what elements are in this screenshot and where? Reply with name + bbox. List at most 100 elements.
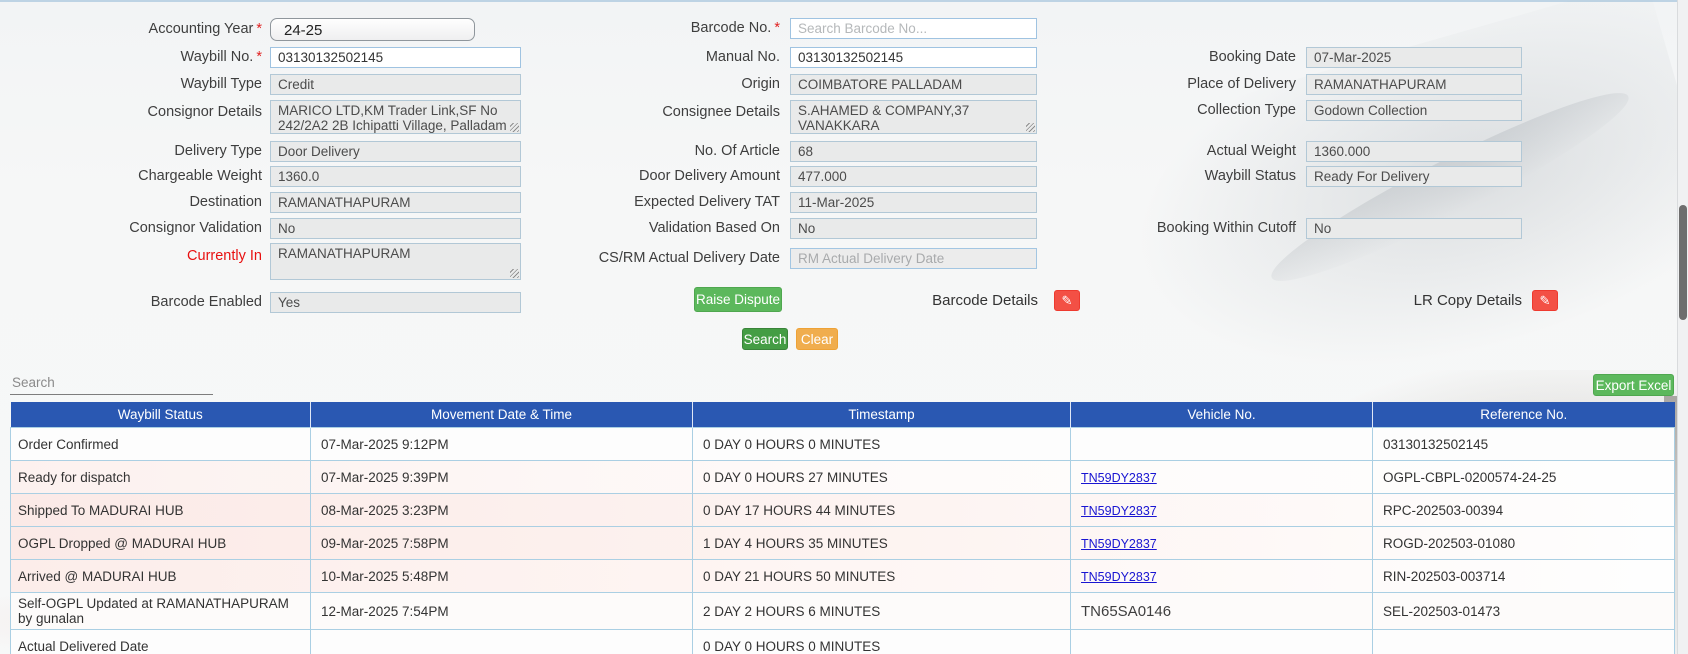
- column-header[interactable]: Movement Date & Time: [311, 402, 693, 428]
- table-row: Self-OGPL Updated at RAMANATHAPURAM by g…: [11, 593, 1675, 630]
- consignee-details-label: Consignee Details: [500, 102, 780, 123]
- delivery-type-label: Delivery Type: [0, 141, 262, 162]
- status-cell: Order Confirmed: [11, 428, 311, 461]
- booking-within-cutoff-field: [1306, 218, 1522, 239]
- status-cell: Self-OGPL Updated at RAMANATHAPURAM by g…: [11, 593, 311, 630]
- top-divider: [0, 0, 1688, 2]
- clear-button[interactable]: Clear: [796, 328, 838, 350]
- raise-dispute-button[interactable]: Raise Dispute: [694, 287, 782, 312]
- consignor-validation-field: [270, 218, 521, 239]
- accounting-year-label: Accounting Year*: [0, 19, 262, 40]
- table-search-input[interactable]: [10, 371, 213, 395]
- edit-icon: ✎: [1540, 293, 1551, 308]
- no-of-article-label: No. Of Article: [500, 141, 780, 162]
- vehicle-cell: TN59DY2837: [1071, 494, 1373, 527]
- waybill-tracking-page: Accounting Year* 24-25 Waybill No.* Wayb…: [0, 0, 1688, 654]
- vehicle-cell: TN59DY2837: [1071, 461, 1373, 494]
- reference-cell: SEL-202503-01473: [1373, 593, 1675, 630]
- barcode-no-input[interactable]: [790, 18, 1037, 39]
- timestamp-cell: 0 DAY 0 HOURS 0 MINUTES: [693, 428, 1071, 461]
- status-cell: Actual Delivered Date: [11, 630, 311, 654]
- vertical-scrollbar-thumb[interactable]: [1679, 205, 1687, 320]
- door-delivery-amount-field: [790, 166, 1037, 187]
- reference-cell: ROGD-202503-01080: [1373, 527, 1675, 560]
- actual-weight-field: [1306, 141, 1522, 162]
- lr-copy-details-edit-button[interactable]: ✎: [1532, 290, 1558, 311]
- consignor-details-textarea: MARICO LTD,KM Trader Link,SF No 242/2A2 …: [270, 100, 521, 134]
- manual-no-input[interactable]: [790, 47, 1037, 68]
- consignee-details-textarea: S.AHAMED & COMPANY,37 VANAKKARA STREET,R…: [790, 100, 1037, 134]
- consignor-details-label: Consignor Details: [0, 102, 262, 123]
- booking-date-label: Booking Date: [1060, 47, 1296, 68]
- movement-cell: 07-Mar-2025 9:39PM: [311, 461, 693, 494]
- waybill-type-field: [270, 74, 521, 95]
- destination-field: [270, 192, 521, 213]
- destination-label: Destination: [0, 192, 262, 213]
- column-header[interactable]: Waybill Status: [11, 402, 311, 428]
- door-delivery-amount-label: Door Delivery Amount: [500, 166, 780, 187]
- status-cell: OGPL Dropped @ MADURAI HUB: [11, 527, 311, 560]
- vehicle-cell: TN59DY2837: [1071, 527, 1373, 560]
- timestamp-cell: 0 DAY 21 HOURS 50 MINUTES: [693, 560, 1071, 593]
- place-of-delivery-field: [1306, 74, 1522, 95]
- delivery-type-field: [270, 141, 521, 162]
- barcode-enabled-field: [270, 292, 521, 313]
- timestamp-cell: 2 DAY 2 HOURS 6 MINUTES: [693, 593, 1071, 630]
- manual-no-label: Manual No.: [500, 47, 780, 68]
- vehicle-cell: TN65SA0146: [1071, 593, 1373, 630]
- vehicle-link[interactable]: TN59DY2837: [1081, 504, 1157, 518]
- barcode-no-label: Barcode No.*: [500, 18, 780, 39]
- movement-cell: 07-Mar-2025 9:12PM: [311, 428, 693, 461]
- validation-based-on-field: [790, 218, 1037, 239]
- vehicle-cell: [1071, 630, 1373, 654]
- expected-delivery-tat-label: Expected Delivery TAT: [500, 192, 780, 213]
- column-header[interactable]: Vehicle No.: [1071, 402, 1373, 428]
- origin-label: Origin: [500, 74, 780, 95]
- barcode-details-edit-button[interactable]: ✎: [1054, 290, 1080, 311]
- column-header[interactable]: Timestamp: [693, 402, 1071, 428]
- no-of-article-field: [790, 141, 1037, 162]
- table-row: Actual Delivered Date 0 DAY 0 HOURS 0 MIN…: [11, 630, 1675, 654]
- movement-cell: 12-Mar-2025 7:54PM: [311, 593, 693, 630]
- table-row: Shipped To MADURAI HUB08-Mar-2025 3:23PM…: [11, 494, 1675, 527]
- vertical-scrollbar-track[interactable]: [1677, 0, 1688, 654]
- vehicle-cell: [1071, 428, 1373, 461]
- place-of-delivery-label: Place of Delivery: [1060, 74, 1296, 95]
- collection-type-label: Collection Type: [1060, 100, 1296, 121]
- column-header[interactable]: Reference No.: [1373, 402, 1675, 428]
- vehicle-number: TN65SA0146: [1081, 603, 1171, 620]
- timestamp-cell: 1 DAY 4 HOURS 35 MINUTES: [693, 527, 1071, 560]
- timestamp-cell: 0 DAY 17 HOURS 44 MINUTES: [693, 494, 1071, 527]
- timestamp-cell: 0 DAY 0 HOURS 27 MINUTES: [693, 461, 1071, 494]
- table-header-row: Waybill StatusMovement Date & TimeTimest…: [11, 402, 1675, 428]
- table-row: OGPL Dropped @ MADURAI HUB09-Mar-2025 7:…: [11, 527, 1675, 560]
- movement-cell: 09-Mar-2025 7:58PM: [311, 527, 693, 560]
- vehicle-cell: TN59DY2837: [1071, 560, 1373, 593]
- movement-cell: 08-Mar-2025 3:23PM: [311, 494, 693, 527]
- status-cell: Shipped To MADURAI HUB: [11, 494, 311, 527]
- accounting-year-select[interactable]: 24-25: [270, 18, 475, 41]
- export-excel-button[interactable]: Export Excel: [1593, 374, 1674, 396]
- vehicle-link[interactable]: TN59DY2837: [1081, 537, 1157, 551]
- booking-date-field: [1306, 47, 1522, 68]
- currently-in-label: Currently In: [0, 246, 262, 267]
- search-button[interactable]: Search: [742, 328, 788, 350]
- timestamp-cell: 0 DAY 0 HOURS 0 MINUTES: [693, 630, 1071, 654]
- booking-within-cutoff-label: Booking Within Cutoff: [1060, 218, 1296, 239]
- validation-based-on-label: Validation Based On: [500, 218, 780, 239]
- cs-rm-actual-delivery-date-label: CS/RM Actual Delivery Date: [500, 248, 780, 269]
- movement-cell: 10-Mar-2025 5:48PM: [311, 560, 693, 593]
- table-row: Ready for dispatch07-Mar-2025 9:39PM0 DA…: [11, 461, 1675, 494]
- consignor-validation-label: Consignor Validation: [0, 218, 262, 239]
- vehicle-link[interactable]: TN59DY2837: [1081, 570, 1157, 584]
- collection-type-field: [1306, 100, 1522, 121]
- origin-field: [790, 74, 1037, 95]
- actual-weight-label: Actual Weight: [1060, 141, 1296, 162]
- chargeable-weight-field: [270, 166, 521, 187]
- vehicle-link[interactable]: TN59DY2837: [1081, 471, 1157, 485]
- waybill-no-label: Waybill No.*: [0, 47, 262, 68]
- reference-cell: OGPL-CBPL-0200574-24-25: [1373, 461, 1675, 494]
- waybill-no-input[interactable]: [270, 47, 521, 68]
- table-row: Arrived @ MADURAI HUB10-Mar-2025 5:48PM0…: [11, 560, 1675, 593]
- chargeable-weight-label: Chargeable Weight: [0, 166, 262, 187]
